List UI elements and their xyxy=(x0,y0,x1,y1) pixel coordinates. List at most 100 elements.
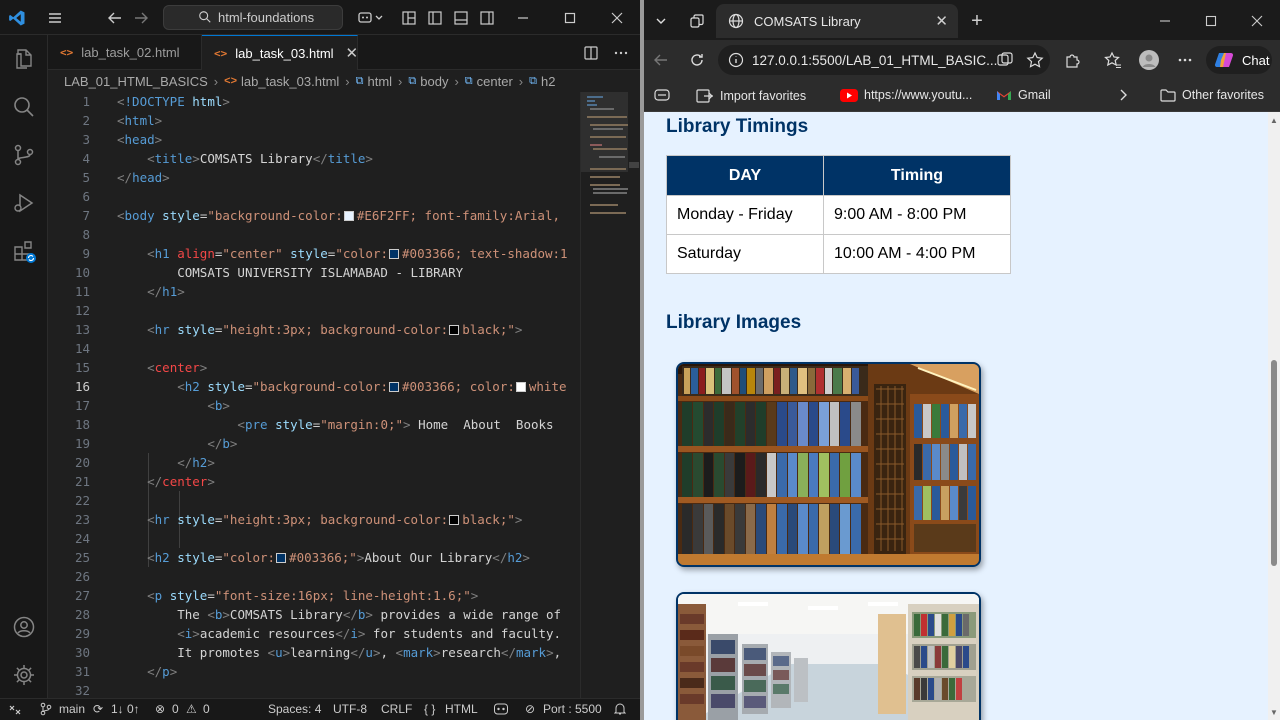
editor-scrollbar[interactable] xyxy=(628,92,640,698)
warning-count[interactable]: 0 xyxy=(203,702,210,716)
copilot-status-icon[interactable] xyxy=(493,702,509,719)
account-icon[interactable] xyxy=(10,613,38,641)
extensions-puzzle-icon[interactable] xyxy=(1060,47,1086,73)
toggle-secondary-sidebar-icon[interactable] xyxy=(476,7,498,29)
web-page-viewport[interactable]: Library Timings DAY Timing Monday - Frid… xyxy=(644,112,1268,720)
chat-label: Chat xyxy=(1242,52,1270,68)
code-line: <head> xyxy=(117,132,163,147)
back-arrow-icon[interactable] xyxy=(648,47,674,73)
page-scrollbar[interactable]: ▲ ▼ xyxy=(1268,112,1280,720)
scroll-down-arrow-icon[interactable]: ▼ xyxy=(1270,708,1278,717)
maximize-icon[interactable] xyxy=(559,7,581,29)
copilot-chat-button[interactable]: Chat xyxy=(1206,46,1272,74)
other-favorites-folder[interactable]: Other favorites xyxy=(1160,88,1264,102)
favorites-overflow-chevron-icon[interactable] xyxy=(1117,88,1129,102)
code-line: <b> xyxy=(207,398,230,413)
toggle-sidebar-icon[interactable] xyxy=(424,7,446,29)
tab-actions-chevron-icon[interactable] xyxy=(648,8,674,34)
close-tab-icon[interactable]: ✕ xyxy=(346,44,359,62)
explorer-icon[interactable] xyxy=(10,45,38,73)
favorite-youtube[interactable]: https://www.youtu... xyxy=(840,88,972,102)
error-count[interactable]: 0 xyxy=(172,702,179,716)
workspaces-icon[interactable] xyxy=(684,8,710,34)
line-number: 11 xyxy=(74,284,90,299)
line-number: 1 xyxy=(82,94,90,109)
copilot-icon[interactable] xyxy=(354,7,388,29)
close-window-icon[interactable] xyxy=(606,7,628,29)
sync-status[interactable]: 1↓ 0↑ xyxy=(111,702,140,716)
line-number: 2 xyxy=(82,113,90,128)
error-icon[interactable]: ⊗ xyxy=(155,702,165,716)
minimize-icon[interactable] xyxy=(1152,8,1178,34)
settings-more-icon[interactable] xyxy=(1172,47,1198,73)
notifications-icon[interactable] xyxy=(613,702,627,719)
code-editor[interactable]: 1 <!DOCTYPE html> 2 <html> 3 <head> 4 <titl… xyxy=(48,92,580,698)
git-branch-icon[interactable] xyxy=(40,702,52,719)
line-number: 3 xyxy=(82,132,90,147)
customize-layout-icon[interactable] xyxy=(398,7,420,29)
line-number: 12 xyxy=(74,303,90,318)
back-arrow-icon[interactable] xyxy=(104,7,126,29)
favorite-import[interactable]: Import favorites xyxy=(696,88,806,104)
more-actions-icon[interactable] xyxy=(610,42,632,64)
breadcrumb-item[interactable]: body xyxy=(420,74,448,89)
warning-icon[interactable]: ⚠ xyxy=(186,702,197,716)
browser-tab-active[interactable]: COMSATS Library ✕ xyxy=(716,4,958,38)
close-window-icon[interactable] xyxy=(1244,8,1270,34)
breadcrumb-item[interactable]: lab_task_03.html xyxy=(241,74,339,89)
tab-lab-task-02[interactable]: <> lab_task_02.html xyxy=(48,35,202,70)
refresh-icon[interactable] xyxy=(684,47,710,73)
live-server-port[interactable]: Port : 5500 xyxy=(543,702,602,716)
line-number: 22 xyxy=(74,493,90,508)
git-branch[interactable]: main xyxy=(59,702,85,716)
settings-gear-icon[interactable] xyxy=(10,661,38,689)
broadcast-icon[interactable]: ⊘ xyxy=(525,702,535,716)
favorite-star-icon[interactable] xyxy=(1026,51,1044,69)
favorite-gmail[interactable]: Gmail xyxy=(996,88,1051,102)
immersive-reader-icon[interactable] xyxy=(996,51,1014,69)
search-sidebar-icon[interactable] xyxy=(10,93,38,121)
close-tab-icon[interactable]: ✕ xyxy=(935,12,948,30)
command-center-search[interactable]: html-foundations xyxy=(163,5,343,30)
minimap[interactable] xyxy=(580,92,629,698)
tab-lab-task-03[interactable]: <> lab_task_03.html ✕ xyxy=(202,35,358,70)
language-mode[interactable]: HTML xyxy=(445,702,478,716)
breadcrumb-item[interactable]: LAB_01_HTML_BASICS xyxy=(64,74,208,89)
eol-status[interactable]: CRLF xyxy=(381,702,412,716)
run-debug-icon[interactable] xyxy=(10,189,38,217)
address-bar[interactable]: 127.0.0.1:5500/LAB_01_HTML_BASIC... xyxy=(718,45,1050,75)
table-cell: Saturday xyxy=(666,234,824,274)
tab-label: lab_task_02.html xyxy=(81,45,180,60)
minimize-icon[interactable] xyxy=(512,7,534,29)
favorites-bar-toggle-icon[interactable] xyxy=(654,88,670,102)
menu-icon[interactable] xyxy=(44,7,66,29)
code-line: </b> xyxy=(207,436,238,451)
table-cell: 10:00 AM - 4:00 PM xyxy=(823,234,1011,274)
sync-icon[interactable]: ⟳ xyxy=(93,702,103,716)
line-number: 7 xyxy=(82,208,90,223)
breadcrumb-item[interactable]: html xyxy=(367,74,392,89)
favorites-icon[interactable] xyxy=(1100,47,1126,73)
favorites-bar: Import favorites https://www.youtu... Gm… xyxy=(644,80,1280,112)
breadcrumb-item[interactable]: center xyxy=(477,74,513,89)
source-control-icon[interactable] xyxy=(10,141,38,169)
line-number: 19 xyxy=(74,436,90,451)
split-editor-icon[interactable] xyxy=(580,42,602,64)
scrollbar-thumb[interactable] xyxy=(1271,360,1277,566)
toggle-panel-icon[interactable] xyxy=(450,7,472,29)
site-info-icon[interactable] xyxy=(728,52,744,68)
maximize-icon[interactable] xyxy=(1198,8,1224,34)
remote-icon[interactable] xyxy=(8,702,22,719)
forward-arrow-icon[interactable] xyxy=(130,7,152,29)
line-number: 13 xyxy=(74,322,90,337)
profile-avatar-icon[interactable] xyxy=(1136,47,1162,73)
indentation-status[interactable]: Spaces: 4 xyxy=(268,702,321,716)
code-line: </center> xyxy=(147,474,215,489)
encoding-status[interactable]: UTF-8 xyxy=(333,702,367,716)
timings-table: DAY Timing Monday - Friday 9:00 AM - 8:0… xyxy=(666,155,1011,274)
new-tab-plus-icon[interactable]: + xyxy=(964,8,990,34)
extensions-icon[interactable] xyxy=(10,237,38,265)
scroll-up-arrow-icon[interactable]: ▲ xyxy=(1270,116,1278,125)
code-line: <pre style="margin:0;"> Home About Books xyxy=(237,417,554,432)
breadcrumb-item[interactable]: h2 xyxy=(541,74,555,89)
